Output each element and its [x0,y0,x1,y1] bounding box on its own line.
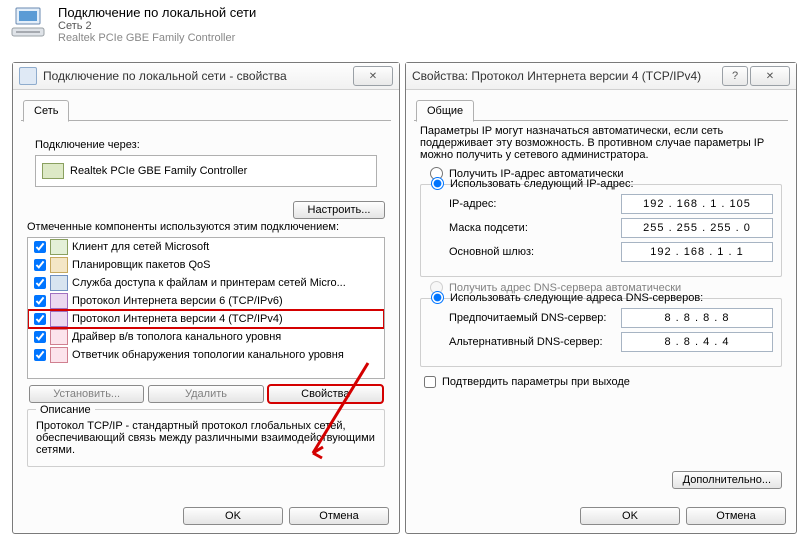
dialog1-titlebar: Подключение по локальной сети - свойства… [13,63,399,90]
dlg1-tabstrip: Сеть [21,98,391,121]
list-item[interactable]: Драйвер в/в тополога канального уровня [28,328,384,346]
close-button[interactable]: ✕ [750,66,790,86]
radio-manual-dns-input[interactable] [431,291,444,304]
properties-button[interactable]: Свойства [268,385,383,403]
lltd-driver-icon [50,329,68,345]
item-checkbox[interactable] [34,259,46,271]
list-item[interactable]: Служба доступа к файлам и принтерам сете… [28,274,384,292]
connection-network: Сеть 2 [58,20,256,32]
ip-input[interactable]: 192 . 168 . 1 . 105 [621,194,773,214]
qos-icon [50,257,68,273]
dialog2-title: Свойства: Протокол Интернета версии 4 (T… [412,69,701,83]
components-list[interactable]: Клиент для сетей Microsoft Планировщик п… [27,237,385,379]
manual-ip-group: Использовать следующий IP-адрес: IP-адре… [420,184,782,277]
confirm-label: Подтвердить параметры при выходе [442,376,630,388]
advanced-button[interactable]: Дополнительно... [672,471,782,489]
ok-button[interactable]: OK [580,507,680,525]
description-group: Описание Протокол TCP/IP - стандартный п… [27,409,385,467]
components-label: Отмеченные компоненты используются этим … [27,221,385,233]
dns1-input[interactable]: 8 . 8 . 8 . 8 [621,308,773,328]
dialog2-titlebar: Свойства: Протокол Интернета версии 4 (T… [406,63,796,90]
manual-dns-group: Использовать следующие адреса DNS-сервер… [420,298,782,367]
radio-manual-dns[interactable]: Использовать следующие адреса DNS-сервер… [421,291,773,304]
item-checkbox[interactable] [34,349,46,361]
adapter-name: Realtek PCIe GBE Family Controller [70,165,247,177]
list-item[interactable]: Протокол Интернета версии 6 (TCP/IPv6) [28,292,384,310]
dialog-icon [19,67,37,85]
item-checkbox[interactable] [34,295,46,307]
share-icon [50,275,68,291]
remove-button[interactable]: Удалить [148,385,263,403]
tab-network[interactable]: Сеть [23,100,69,122]
confirm-on-exit[interactable]: Подтвердить параметры при выходе [420,373,782,391]
description-text: Протокол TCP/IP - стандартный протокол г… [36,420,376,456]
adapter-properties-dialog: Подключение по локальной сети - свойства… [12,62,400,534]
list-item[interactable]: Планировщик пакетов QoS [28,256,384,274]
cancel-button[interactable]: Отмена [686,507,786,525]
dns2-label: Альтернативный DNS-сервер: [449,336,603,348]
install-button[interactable]: Установить... [29,385,144,403]
lltd-responder-icon [50,347,68,363]
ipv4-icon [50,311,68,327]
connection-title: Подключение по локальной сети [58,5,256,20]
list-item[interactable]: Клиент для сетей Microsoft [28,238,384,256]
item-checkbox[interactable] [34,313,46,325]
item-label: Служба доступа к файлам и принтерам сете… [72,277,346,289]
cancel-button[interactable]: Отмена [289,507,389,525]
item-label: Драйвер в/в тополога канального уровня [72,331,281,343]
mask-label: Маска подсети: [449,222,528,234]
ip-label: IP-адрес: [449,198,496,210]
ipv6-icon [50,293,68,309]
ipv4-properties-dialog: Свойства: Протокол Интернета версии 4 (T… [405,62,797,534]
gateway-label: Основной шлюз: [449,246,534,258]
item-label: Ответчик обнаружения топологии канальног… [72,349,344,361]
item-checkbox[interactable] [34,277,46,289]
item-label: Протокол Интернета версии 6 (TCP/IPv6) [72,295,283,307]
item-checkbox[interactable] [34,241,46,253]
radio-label: Использовать следующий IP-адрес: [450,178,634,190]
description-label: Описание [36,404,95,416]
adapter-display: Realtek PCIe GBE Family Controller [35,155,377,187]
item-label: Протокол Интернета версии 4 (TCP/IPv4) [72,313,283,325]
radio-label: Использовать следующие адреса DNS-сервер… [450,292,703,304]
radio-manual-ip-input[interactable] [431,177,444,190]
item-checkbox[interactable] [34,331,46,343]
mask-input[interactable]: 255 . 255 . 255 . 0 [621,218,773,238]
connection-header: Подключение по локальной сети Сеть 2 Rea… [8,4,256,44]
gateway-input[interactable]: 192 . 168 . 1 . 1 [621,242,773,262]
tab-general[interactable]: Общие [416,100,474,122]
confirm-checkbox[interactable] [424,376,436,388]
item-label: Клиент для сетей Microsoft [72,241,209,253]
configure-button[interactable]: Настроить... [293,201,385,219]
radio-manual-ip[interactable]: Использовать следующий IP-адрес: [421,177,773,190]
item-label: Планировщик пакетов QoS [72,259,211,271]
close-button[interactable]: ✕ [353,66,393,86]
client-icon [50,239,68,255]
dns1-label: Предпочитаемый DNS-сервер: [449,312,606,324]
dialog1-title: Подключение по локальной сети - свойства [43,69,287,83]
list-item-ipv4[interactable]: Протокол Интернета версии 4 (TCP/IPv4) [28,310,384,328]
ok-button[interactable]: OK [183,507,283,525]
ip-note: Параметры IP могут назначаться автоматич… [420,125,782,161]
connection-adapter: Realtek PCIe GBE Family Controller [58,32,256,44]
help-button[interactable]: ? [722,66,748,86]
dns2-input[interactable]: 8 . 8 . 4 . 4 [621,332,773,352]
network-adapter-icon [8,4,52,44]
list-item[interactable]: Ответчик обнаружения топологии канальног… [28,346,384,364]
connect-using-label: Подключение через: [35,139,377,151]
dlg2-tabstrip: Общие [414,98,788,121]
nic-icon [42,163,64,179]
